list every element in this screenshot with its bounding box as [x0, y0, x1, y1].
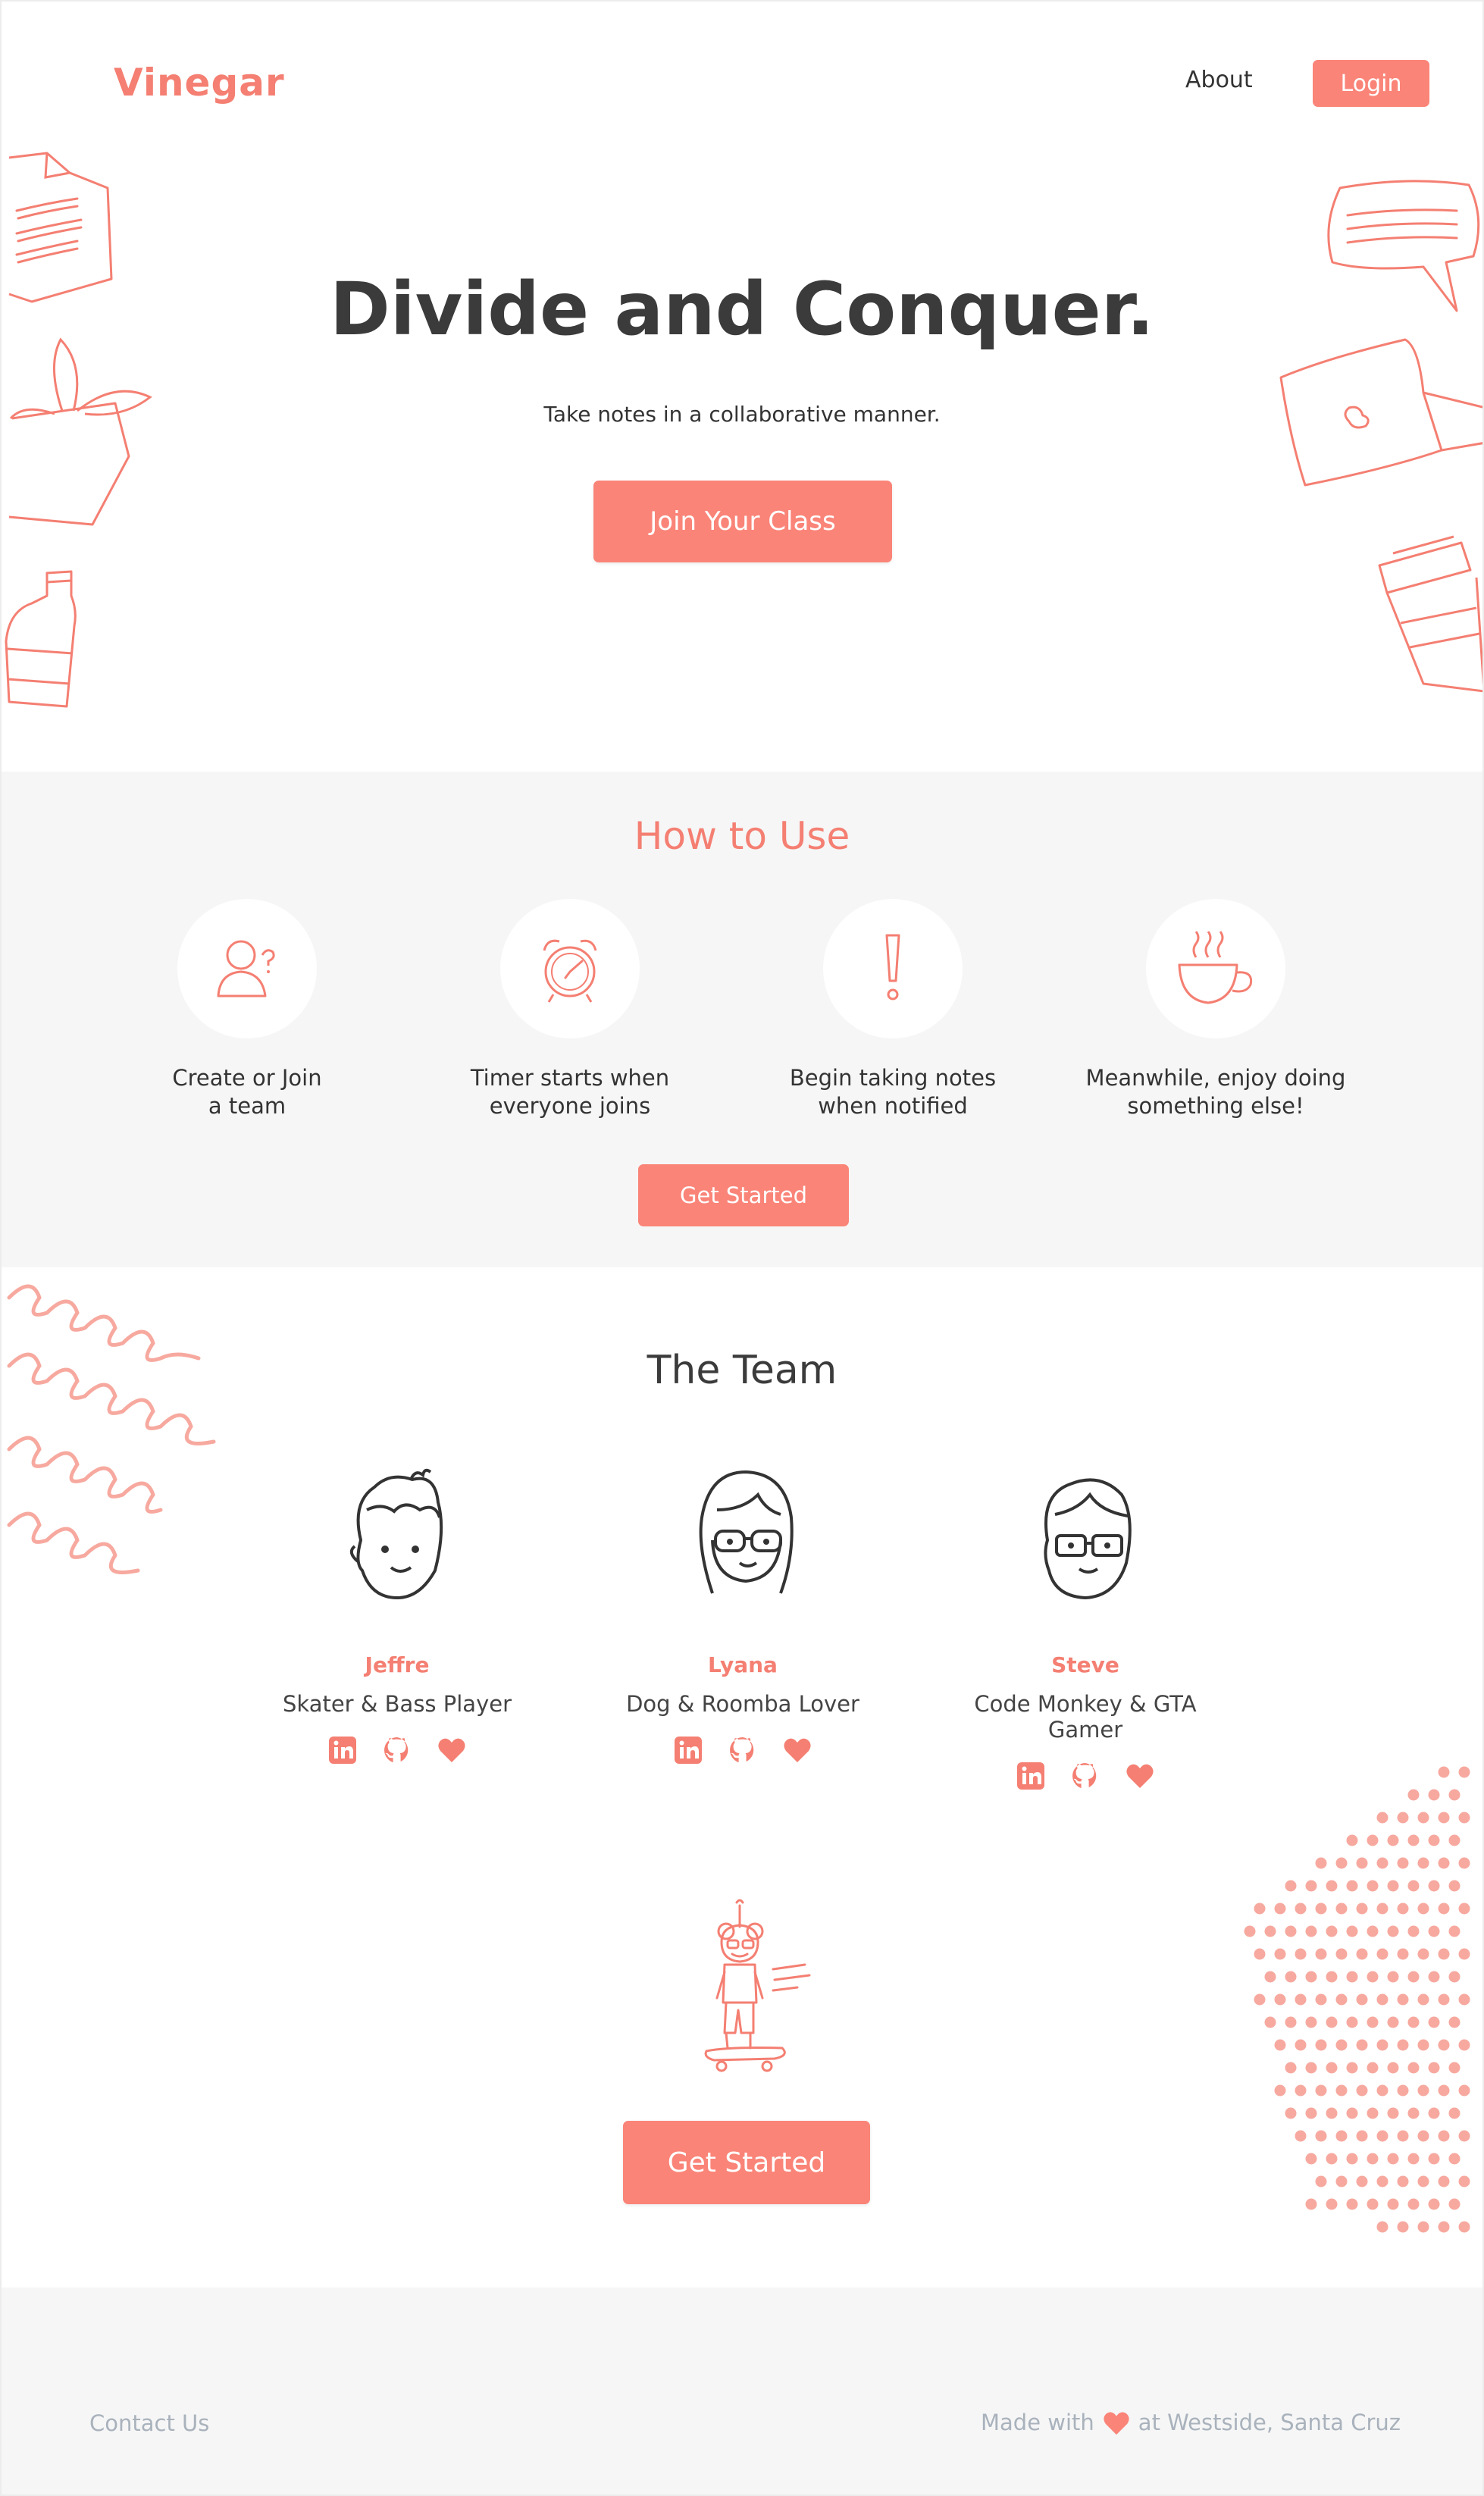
contact-us-link[interactable]: Contact Us [89, 2410, 209, 2436]
linkedin-icon[interactable] [1014, 1759, 1047, 1793]
team-member-steve: Steve Code Monkey & GTA Gamer [934, 1457, 1237, 1793]
skateboarder-illustration-icon [704, 1899, 811, 2072]
step-label: Begin taking notes [789, 1065, 997, 1091]
alarm-clock-icon [543, 939, 597, 1003]
made-with-prefix: Made with [981, 2410, 1094, 2435]
member-role: Skater & Bass Player [283, 1691, 512, 1717]
heart-icon [1104, 2412, 1129, 2435]
person-question-icon [217, 940, 275, 997]
squiggle-doodle-icon [7, 1284, 216, 1574]
avatar [1044, 1478, 1132, 1600]
step-create-join: Create or Join a team [103, 899, 391, 1120]
step-enjoy: Meanwhile, enjoy doing something else! [1072, 899, 1360, 1120]
step-label: Meanwhile, enjoy doing [1085, 1065, 1346, 1091]
join-class-button[interactable]: Join Your Class [593, 481, 892, 562]
heart-icon[interactable] [781, 1733, 814, 1767]
member-links [934, 1759, 1237, 1793]
login-button[interactable]: Login [1313, 60, 1429, 107]
team-member-jeffre: Jeffre Skater & Bass Player [246, 1457, 549, 1767]
github-icon[interactable] [1069, 1759, 1102, 1793]
bottle-doodle-icon [5, 570, 77, 708]
page: Vinegar About Login Divide and Conquer. … [0, 0, 1484, 2496]
github-icon[interactable] [380, 1733, 414, 1767]
step-label: when notified [818, 1093, 968, 1119]
hero-title: Divide and Conquer. [330, 267, 1154, 352]
logo[interactable]: Vinegar [114, 61, 285, 105]
member-links [591, 1733, 894, 1767]
member-name: Steve [1051, 1652, 1119, 1677]
plant-doodle-icon [8, 337, 152, 526]
heart-icon[interactable] [435, 1733, 468, 1767]
member-role: Code Monkey & GTA Gamer [974, 1691, 1197, 1743]
made-with-suffix: at Westside, Santa Cruz [1138, 2410, 1401, 2435]
how-to-use-section: How to Use Create or Join a team Timer s… [2, 772, 1482, 1267]
nav-about-link[interactable]: About [1185, 67, 1253, 93]
avatar [699, 1470, 794, 1594]
dots-doodle-icon [1244, 1766, 1470, 2233]
step-label: Create or Join [172, 1065, 322, 1091]
member-name: Lyana [708, 1652, 778, 1677]
member-role: Dog & Roomba Lover [626, 1691, 859, 1717]
coffee-cup-icon [1178, 931, 1253, 1004]
avatar [349, 1468, 443, 1600]
coffee-cup-doodle-icon [1378, 535, 1482, 693]
exclamation-icon [885, 934, 900, 1001]
step-label: something else! [1127, 1093, 1304, 1119]
step-timer: Timer starts when everyone joins [426, 899, 714, 1120]
github-icon[interactable] [726, 1733, 759, 1767]
step-label: Timer starts when [470, 1065, 670, 1091]
step-taking-notes: Begin taking notes when notified [749, 899, 1037, 1120]
member-name: Jeffre [365, 1652, 430, 1677]
member-links [246, 1733, 549, 1767]
step-label: everyone joins [489, 1093, 651, 1119]
heart-icon[interactable] [1123, 1759, 1157, 1793]
how-to-use-title: How to Use [634, 814, 850, 858]
made-with-text: Made with at Westside, Santa Cruz [981, 2409, 1401, 2436]
footer: Contact Us Made with at Westside, Santa … [2, 2288, 1482, 2494]
linkedin-icon[interactable] [672, 1733, 705, 1767]
get-started-button[interactable]: Get Started [638, 1164, 849, 1226]
hero-subtitle: Take notes in a collaborative manner. [543, 402, 941, 427]
linkedin-icon[interactable] [326, 1733, 359, 1767]
team-member-lyana: Lyana Dog & Roomba Lover [591, 1457, 894, 1767]
team-title: The Team [647, 1348, 837, 1393]
get-started-cta-button[interactable]: Get Started [623, 2121, 870, 2204]
step-label: a team [208, 1093, 286, 1119]
